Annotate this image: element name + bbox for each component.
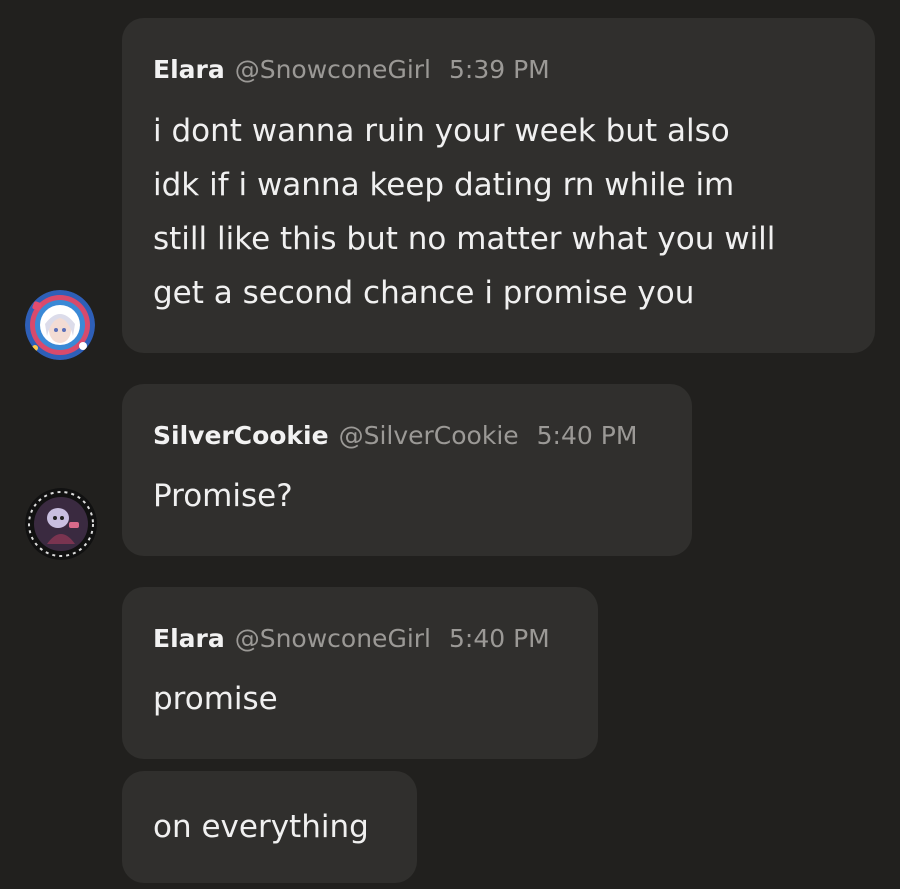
message-text: promise: [153, 681, 278, 717]
message-line: idk if i wanna keep dating rn while im: [153, 167, 735, 203]
message-header: Elara @SnowconeGirl 5:39 PM: [153, 55, 550, 85]
message-line: i dont wanna ruin your week but also: [153, 113, 730, 149]
message-timestamp: 5:40 PM: [448, 624, 550, 653]
author-handle[interactable]: @SnowconeGirl: [235, 624, 431, 653]
silvercookie-avatar[interactable]: [25, 488, 97, 560]
message-bubble[interactable]: Elara @SnowconeGirl 5:40 PM promise: [122, 587, 598, 759]
message-text: i dont wanna ruin your week but also idk…: [153, 104, 855, 320]
message-line: get a second chance i promise you: [153, 275, 695, 311]
message-text: Promise?: [153, 478, 293, 514]
author-name[interactable]: SilverCookie: [153, 421, 329, 450]
message-bubble[interactable]: on everything: [122, 771, 417, 883]
message-timestamp: 5:40 PM: [536, 421, 638, 450]
message-header: SilverCookie @SilverCookie 5:40 PM: [153, 421, 637, 451]
character-avatar-icon: [25, 488, 97, 560]
message-text: on everything: [153, 809, 369, 845]
message-timestamp: 5:39 PM: [448, 55, 550, 84]
author-handle[interactable]: @SnowconeGirl: [235, 55, 431, 84]
anime-avatar-icon: [25, 290, 95, 360]
chat-thread: Elara @SnowconeGirl 5:39 PM i dont wanna r…: [0, 0, 900, 889]
author-handle[interactable]: @SilverCookie: [339, 421, 519, 450]
message-bubble[interactable]: Elara @SnowconeGirl 5:39 PM i dont wanna r…: [122, 18, 875, 353]
message-line: still like this but no matter what you w…: [153, 221, 776, 257]
message-bubble[interactable]: SilverCookie @SilverCookie 5:40 PM Promise…: [122, 384, 692, 556]
elara-avatar[interactable]: [25, 290, 95, 360]
author-name[interactable]: Elara: [153, 55, 225, 84]
author-name[interactable]: Elara: [153, 624, 225, 653]
message-header: Elara @SnowconeGirl 5:40 PM: [153, 624, 550, 654]
